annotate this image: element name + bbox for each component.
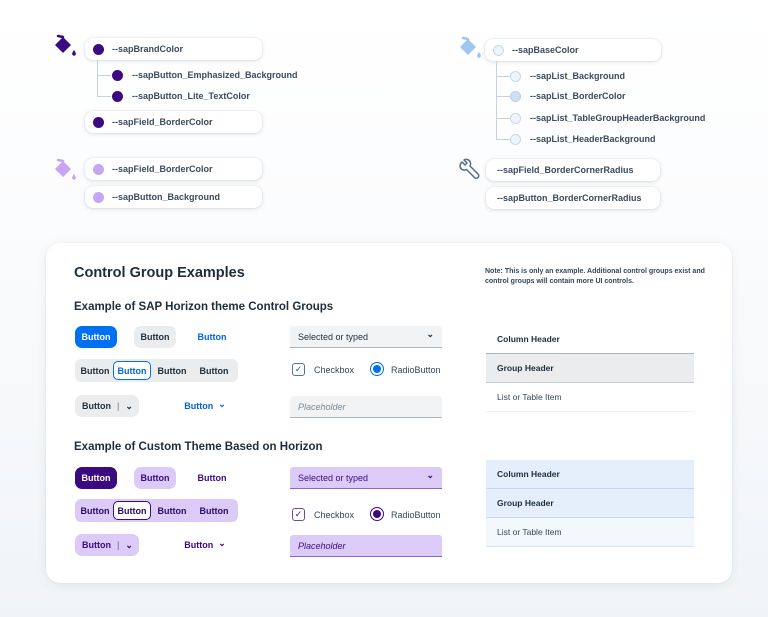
chevron-down-icon: ⌄ [426,470,434,480]
segment-button[interactable]: Button [77,501,113,520]
custom-select[interactable]: Selected or typed ⌄ [290,467,442,489]
segment-button[interactable]: Button [151,361,193,380]
token-list-tablegroupheaderbackground: --sapList_TableGroupHeaderBackground [510,111,705,125]
token-field-bordercornerradius: --sapField_BorderCornerRadius [486,159,660,181]
card-note: Note: This is only an example. Additiona… [485,268,705,285]
horizon-checkbox[interactable]: ✓ [292,363,305,376]
custom-list-item[interactable]: List or Table Item [486,518,694,547]
horizon-menu-button[interactable]: Button ⌄ [180,395,230,417]
segment-button-selected[interactable]: Button [113,501,151,520]
custom-default-button[interactable]: Button [134,467,176,489]
token-list-bordercolor: --sapList_BorderColor [510,89,626,103]
color-swatch [93,163,104,175]
custom-group-header: Group Header [486,489,694,518]
tree-connector [97,96,111,97]
tree-connector [496,118,510,119]
token-button-background: --sapButton_Background [85,186,262,208]
chevron-down-icon[interactable]: ⌄ [125,401,133,412]
custom-radio[interactable] [370,507,384,521]
paint-bucket-icon [460,36,481,58]
custom-input[interactable]: Placeholder [290,535,442,557]
segment-button[interactable]: Button [193,361,235,380]
chevron-down-icon: ⌄ [218,398,226,409]
color-swatch [510,112,521,124]
card-title: Control Group Examples [74,265,245,281]
color-swatch [510,90,521,102]
segment-button-selected[interactable]: Button [113,361,151,380]
horizon-group-header: Group Header [486,354,694,383]
horizon-radio-label: RadioButton [391,365,441,375]
segment-button[interactable]: Button [77,361,113,380]
horizon-heading: Example of SAP Horizon theme Control Gro… [74,301,334,313]
token-field-bordercolor: --sapField_BorderColor [85,111,262,133]
color-swatch [510,70,521,82]
custom-menu-button[interactable]: Button ⌄ [180,534,230,556]
custom-heading: Example of Custom Theme Based on Horizon [74,441,323,453]
custom-emphasized-button[interactable]: Button [75,467,117,489]
horizon-lite-button[interactable]: Button [190,326,234,348]
color-swatch [493,44,504,56]
color-swatch [93,43,104,55]
horizon-split-button[interactable]: Button | ⌄ [75,395,139,417]
custom-split-button[interactable]: Button | ⌄ [75,534,139,556]
paint-bucket-icon [55,158,76,180]
horizon-list-item[interactable]: List or Table Item [486,383,694,412]
color-swatch [112,90,123,102]
custom-column-header: Column Header [486,460,694,489]
token-brand-color: --sapBrandColor [85,38,262,60]
token-base-color: --sapBaseColor [485,39,661,61]
paint-bucket-icon [55,34,76,56]
token-button-bordercornerradius: --sapButton_BorderCornerRadius [486,187,660,209]
horizon-emphasized-button[interactable]: Button [75,326,117,348]
segment-button[interactable]: Button [193,501,235,520]
tree-connector [496,96,510,97]
custom-checkbox[interactable]: ✓ [292,508,305,521]
segment-button[interactable]: Button [151,501,193,520]
token-field-bordercolor-custom: --sapField_BorderColor [85,158,262,180]
chevron-down-icon: ⌄ [218,537,226,548]
chevron-down-icon: ⌄ [426,329,434,339]
token-button-lite-textcolor: --sapButton_Lite_TextColor [112,89,250,103]
wrench-icon [459,158,480,179]
color-swatch [93,116,104,128]
custom-lite-button[interactable]: Button [190,467,234,489]
horizon-column-header: Column Header [486,325,694,354]
horizon-checkbox-label: Checkbox [314,365,355,375]
token-button-emphasized-background: --sapButton_Emphasized_Background [112,68,298,82]
token-list-headerbackground: --sapList_HeaderBackground [510,132,656,146]
color-swatch [510,133,521,145]
color-swatch [112,69,123,81]
horizon-segmented-button: Button Button Button Button [75,359,238,382]
tree-connector [97,75,111,76]
custom-checkbox-label: Checkbox [314,510,355,520]
tree-connector [496,76,510,77]
horizon-select[interactable]: Selected or typed ⌄ [290,326,442,348]
horizon-radio[interactable] [370,362,384,376]
split-divider: | [117,401,120,411]
chevron-down-icon[interactable]: ⌄ [125,540,133,551]
horizon-input[interactable]: Placeholder [290,396,442,418]
custom-radio-label: RadioButton [391,510,441,520]
custom-segmented-button: Button Button Button Button [75,499,238,522]
horizon-default-button[interactable]: Button [134,326,176,348]
tree-connector [496,61,497,140]
token-list-background: --sapList_Background [510,69,625,83]
tree-connector [97,60,98,96]
tree-connector [496,139,510,140]
color-swatch [93,191,104,203]
split-divider: | [117,540,120,550]
